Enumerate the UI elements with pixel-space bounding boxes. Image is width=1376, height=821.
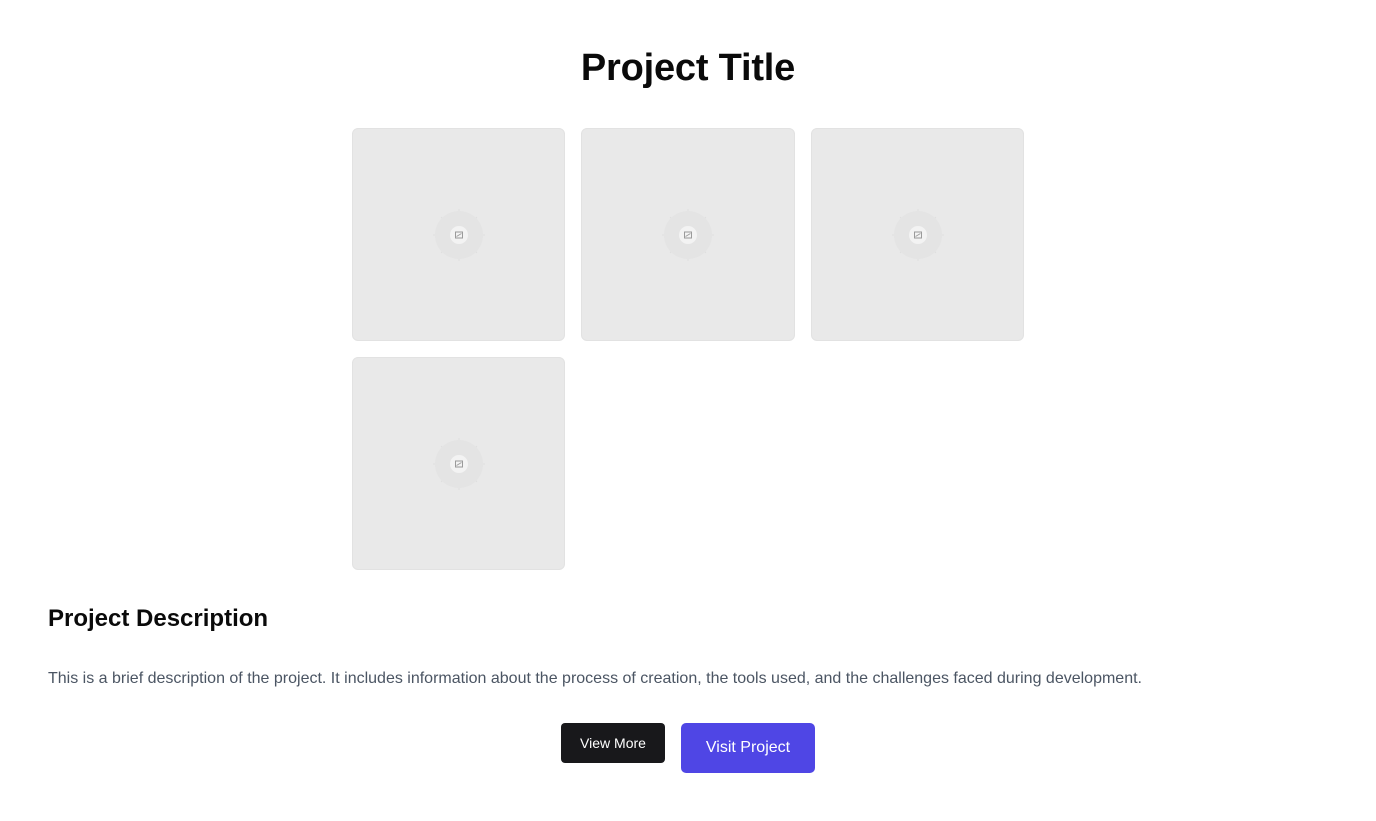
image-placeholder-icon [432, 208, 485, 261]
image-gallery [352, 128, 1024, 570]
view-more-button[interactable]: View More [561, 723, 665, 763]
visit-project-button[interactable]: Visit Project [681, 723, 815, 773]
image-placeholder-icon [891, 208, 944, 261]
gallery-image-2[interactable] [581, 128, 795, 341]
gallery-image-4[interactable] [352, 357, 565, 570]
gallery-image-3[interactable] [811, 128, 1024, 341]
image-placeholder-icon [432, 437, 485, 490]
page-title: Project Title [580, 47, 796, 89]
gallery-image-1[interactable] [352, 128, 565, 341]
image-placeholder-icon [662, 208, 714, 261]
project-description-text: This is a brief description of the proje… [48, 670, 1142, 687]
description-heading: Project Description [48, 605, 269, 632]
